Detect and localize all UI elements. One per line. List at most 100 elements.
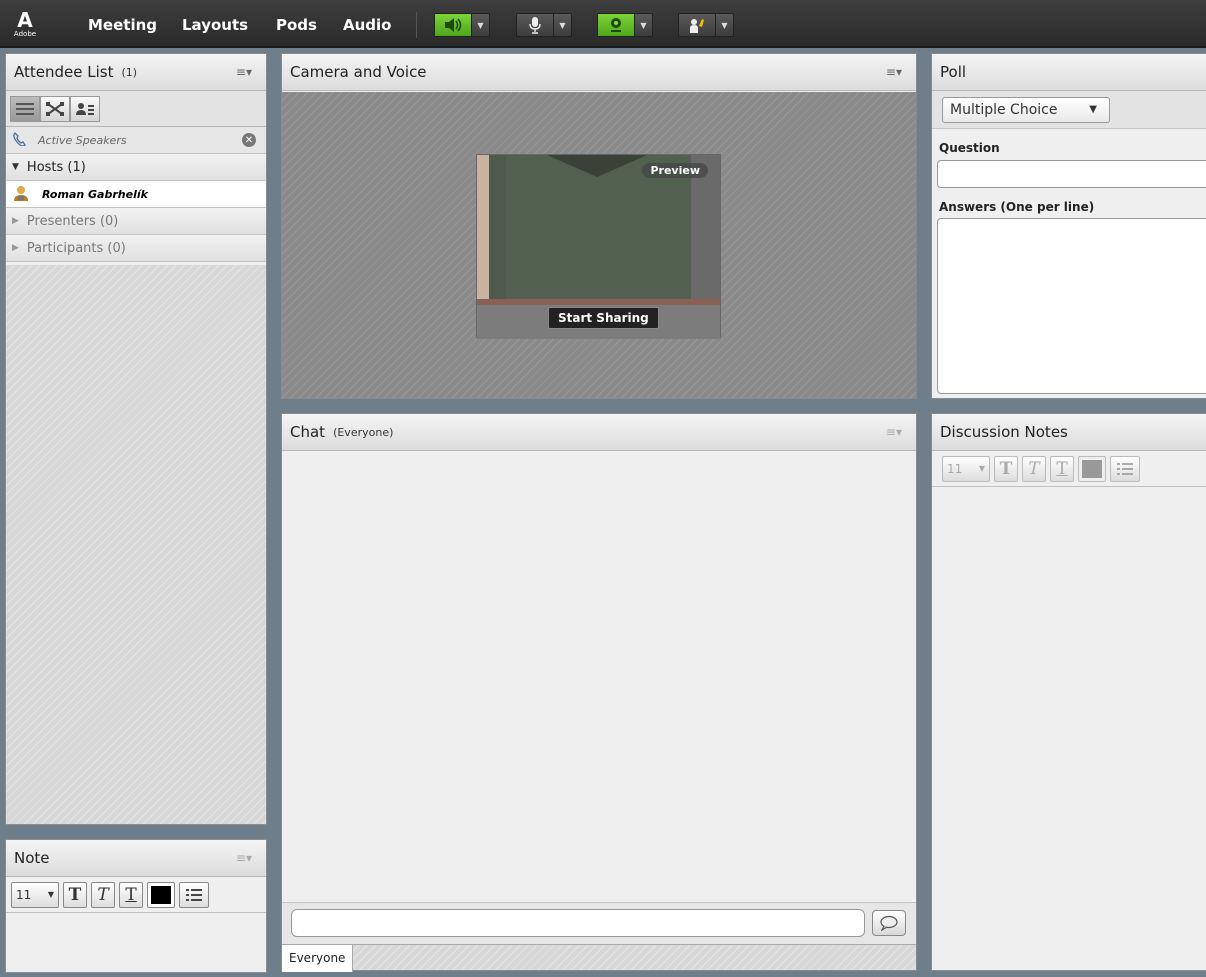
raise-hand-dropdown-icon[interactable]: ▼	[715, 14, 733, 36]
chat-compose-area	[282, 902, 916, 944]
host-name: Roman Gabrhelík	[42, 187, 148, 201]
participants-group[interactable]: ▶ Participants (0)	[6, 235, 266, 262]
italic-icon[interactable]: T	[91, 881, 115, 908]
attendee-empty-area	[6, 265, 266, 824]
note-format-toolbar: 11 ▼ T T T	[6, 877, 266, 913]
chat-input[interactable]	[291, 909, 865, 937]
close-icon[interactable]: ✕	[242, 133, 256, 147]
chat-pod: Chat (Everyone) ≡▾ Everyone	[281, 413, 917, 972]
speech-bubble-icon	[880, 915, 898, 931]
text-color-icon[interactable]	[1078, 455, 1106, 482]
underline-icon[interactable]: T	[1050, 455, 1074, 482]
poll-title: Poll	[940, 63, 967, 81]
menu-pods[interactable]: Pods	[276, 16, 317, 34]
collapsed-arrow-icon[interactable]: ▶	[12, 243, 19, 253]
chevron-down-icon: ▼	[1089, 104, 1097, 115]
camera-stage: Preview Start Sharing	[282, 92, 916, 398]
raise-hand-icon[interactable]	[679, 14, 715, 36]
start-sharing-button[interactable]: Start Sharing	[548, 307, 659, 329]
chat-title: Chat	[290, 423, 326, 441]
chat-header: Chat (Everyone) ≡▾	[282, 414, 916, 451]
bold-icon[interactable]: T	[63, 881, 87, 908]
note-header: Note ≡▾	[6, 840, 266, 877]
presenters-group[interactable]: ▶ Presenters (0)	[6, 208, 266, 235]
underline-icon[interactable]: T	[119, 881, 143, 908]
adobe-logo-mark: A	[17, 8, 33, 32]
question-field[interactable]	[937, 160, 1206, 188]
poll-pod: Poll Multiple Choice ▼ Question Answers …	[931, 53, 1206, 399]
camera-voice-header: Camera and Voice ≡▾	[282, 54, 916, 91]
answers-label: Answers (One per line)	[939, 200, 1095, 214]
bullet-list-icon[interactable]	[179, 881, 209, 908]
camera-voice-title: Camera and Voice	[290, 63, 427, 81]
attendee-list-pod: Attendee List (1) ≡▾ Active Speakers ✕ ▼…	[5, 53, 267, 825]
list-view-icon[interactable]	[10, 95, 40, 122]
microphone-toggle[interactable]: ▼	[516, 13, 572, 37]
note-pod: Note ≡▾ 11 ▼ T T T	[5, 839, 267, 973]
chat-messages	[282, 452, 916, 902]
webcam-preview: Preview Start Sharing	[476, 154, 721, 339]
speaker-dropdown-icon[interactable]: ▼	[471, 14, 489, 36]
microphone-dropdown-icon[interactable]: ▼	[553, 14, 571, 36]
pod-options-icon[interactable]: ≡▾	[236, 851, 252, 865]
question-label: Question	[939, 141, 1000, 155]
collapsed-arrow-icon[interactable]: ▶	[12, 216, 19, 226]
speaker-toggle[interactable]: ▼	[434, 13, 490, 37]
discussion-notes-pod: Discussion Notes 11 ▼ T T T	[931, 413, 1206, 971]
expanded-arrow-icon[interactable]: ▼	[12, 162, 19, 172]
poll-type-select[interactable]: Multiple Choice ▼	[942, 97, 1110, 123]
answers-field[interactable]	[937, 218, 1206, 394]
bullet-list-icon[interactable]	[1110, 455, 1140, 482]
speaker-icon[interactable]	[435, 14, 471, 36]
send-message-button[interactable]	[872, 910, 906, 936]
note-title: Note	[14, 849, 50, 867]
attendee-count: (1)	[121, 65, 138, 79]
poll-type-bar: Multiple Choice ▼	[932, 91, 1206, 129]
italic-icon[interactable]: T	[1022, 455, 1046, 482]
font-size-select[interactable]: 11 ▼	[11, 881, 59, 908]
menu-meeting[interactable]: Meeting	[88, 16, 157, 34]
host-avatar-icon	[12, 184, 30, 205]
bold-icon[interactable]: T	[994, 455, 1018, 482]
discussion-notes-header: Discussion Notes	[932, 414, 1206, 451]
phone-icon	[12, 131, 28, 149]
chevron-down-icon: ▼	[47, 890, 54, 899]
poll-header: Poll	[932, 54, 1206, 91]
webcam-dropdown-icon[interactable]: ▼	[634, 14, 652, 36]
attendee-list-title: Attendee List	[14, 63, 114, 81]
webcam-toggle[interactable]: ▼	[597, 13, 653, 37]
webcam-icon[interactable]	[598, 14, 634, 36]
tab-everyone[interactable]: Everyone	[282, 945, 354, 972]
menu-layouts[interactable]: Layouts	[182, 16, 248, 34]
adobe-logo-text: Adobe	[13, 30, 37, 38]
microphone-icon[interactable]	[517, 14, 553, 36]
pod-options-icon[interactable]: ≡▾	[236, 65, 252, 79]
camera-voice-pod: Camera and Voice ≡▾ Preview Start Sharin…	[281, 53, 917, 399]
participants-label: Participants (0)	[26, 240, 126, 256]
font-size-select[interactable]: 11 ▼	[942, 455, 990, 482]
pod-options-icon[interactable]: ≡▾	[886, 65, 902, 79]
active-speakers-row[interactable]: Active Speakers ✕	[6, 127, 266, 154]
chat-scope: (Everyone)	[333, 425, 394, 439]
chevron-down-icon: ▼	[978, 464, 985, 473]
pod-options-icon[interactable]: ≡▾	[886, 425, 902, 439]
hosts-group[interactable]: ▼ Hosts (1)	[6, 154, 266, 181]
attendee-row[interactable]: Roman Gabrhelík	[6, 181, 266, 208]
discussion-notes-title: Discussion Notes	[940, 423, 1068, 441]
attendee-view-switcher	[6, 91, 266, 127]
raise-hand-toggle[interactable]: ▼	[678, 13, 734, 37]
font-size-value: 11	[947, 461, 963, 476]
font-size-value: 11	[16, 887, 32, 902]
chat-tab-strip: Everyone	[282, 944, 916, 972]
presenters-label: Presenters (0)	[26, 213, 119, 229]
attendee-status-view-icon[interactable]	[70, 95, 100, 122]
menu-bar: A Adobe Meeting Layouts Pods Audio ▼ ▼ ▼…	[0, 0, 1206, 48]
text-color-icon[interactable]	[147, 881, 175, 908]
hosts-label: Hosts (1)	[26, 159, 86, 175]
adobe-logo: A Adobe	[8, 6, 42, 42]
menu-separator	[416, 12, 417, 38]
preview-badge: Preview	[642, 163, 708, 178]
menu-audio[interactable]: Audio	[343, 16, 391, 34]
breakout-view-icon[interactable]	[40, 95, 70, 122]
attendee-list-header: Attendee List (1) ≡▾	[6, 54, 266, 91]
